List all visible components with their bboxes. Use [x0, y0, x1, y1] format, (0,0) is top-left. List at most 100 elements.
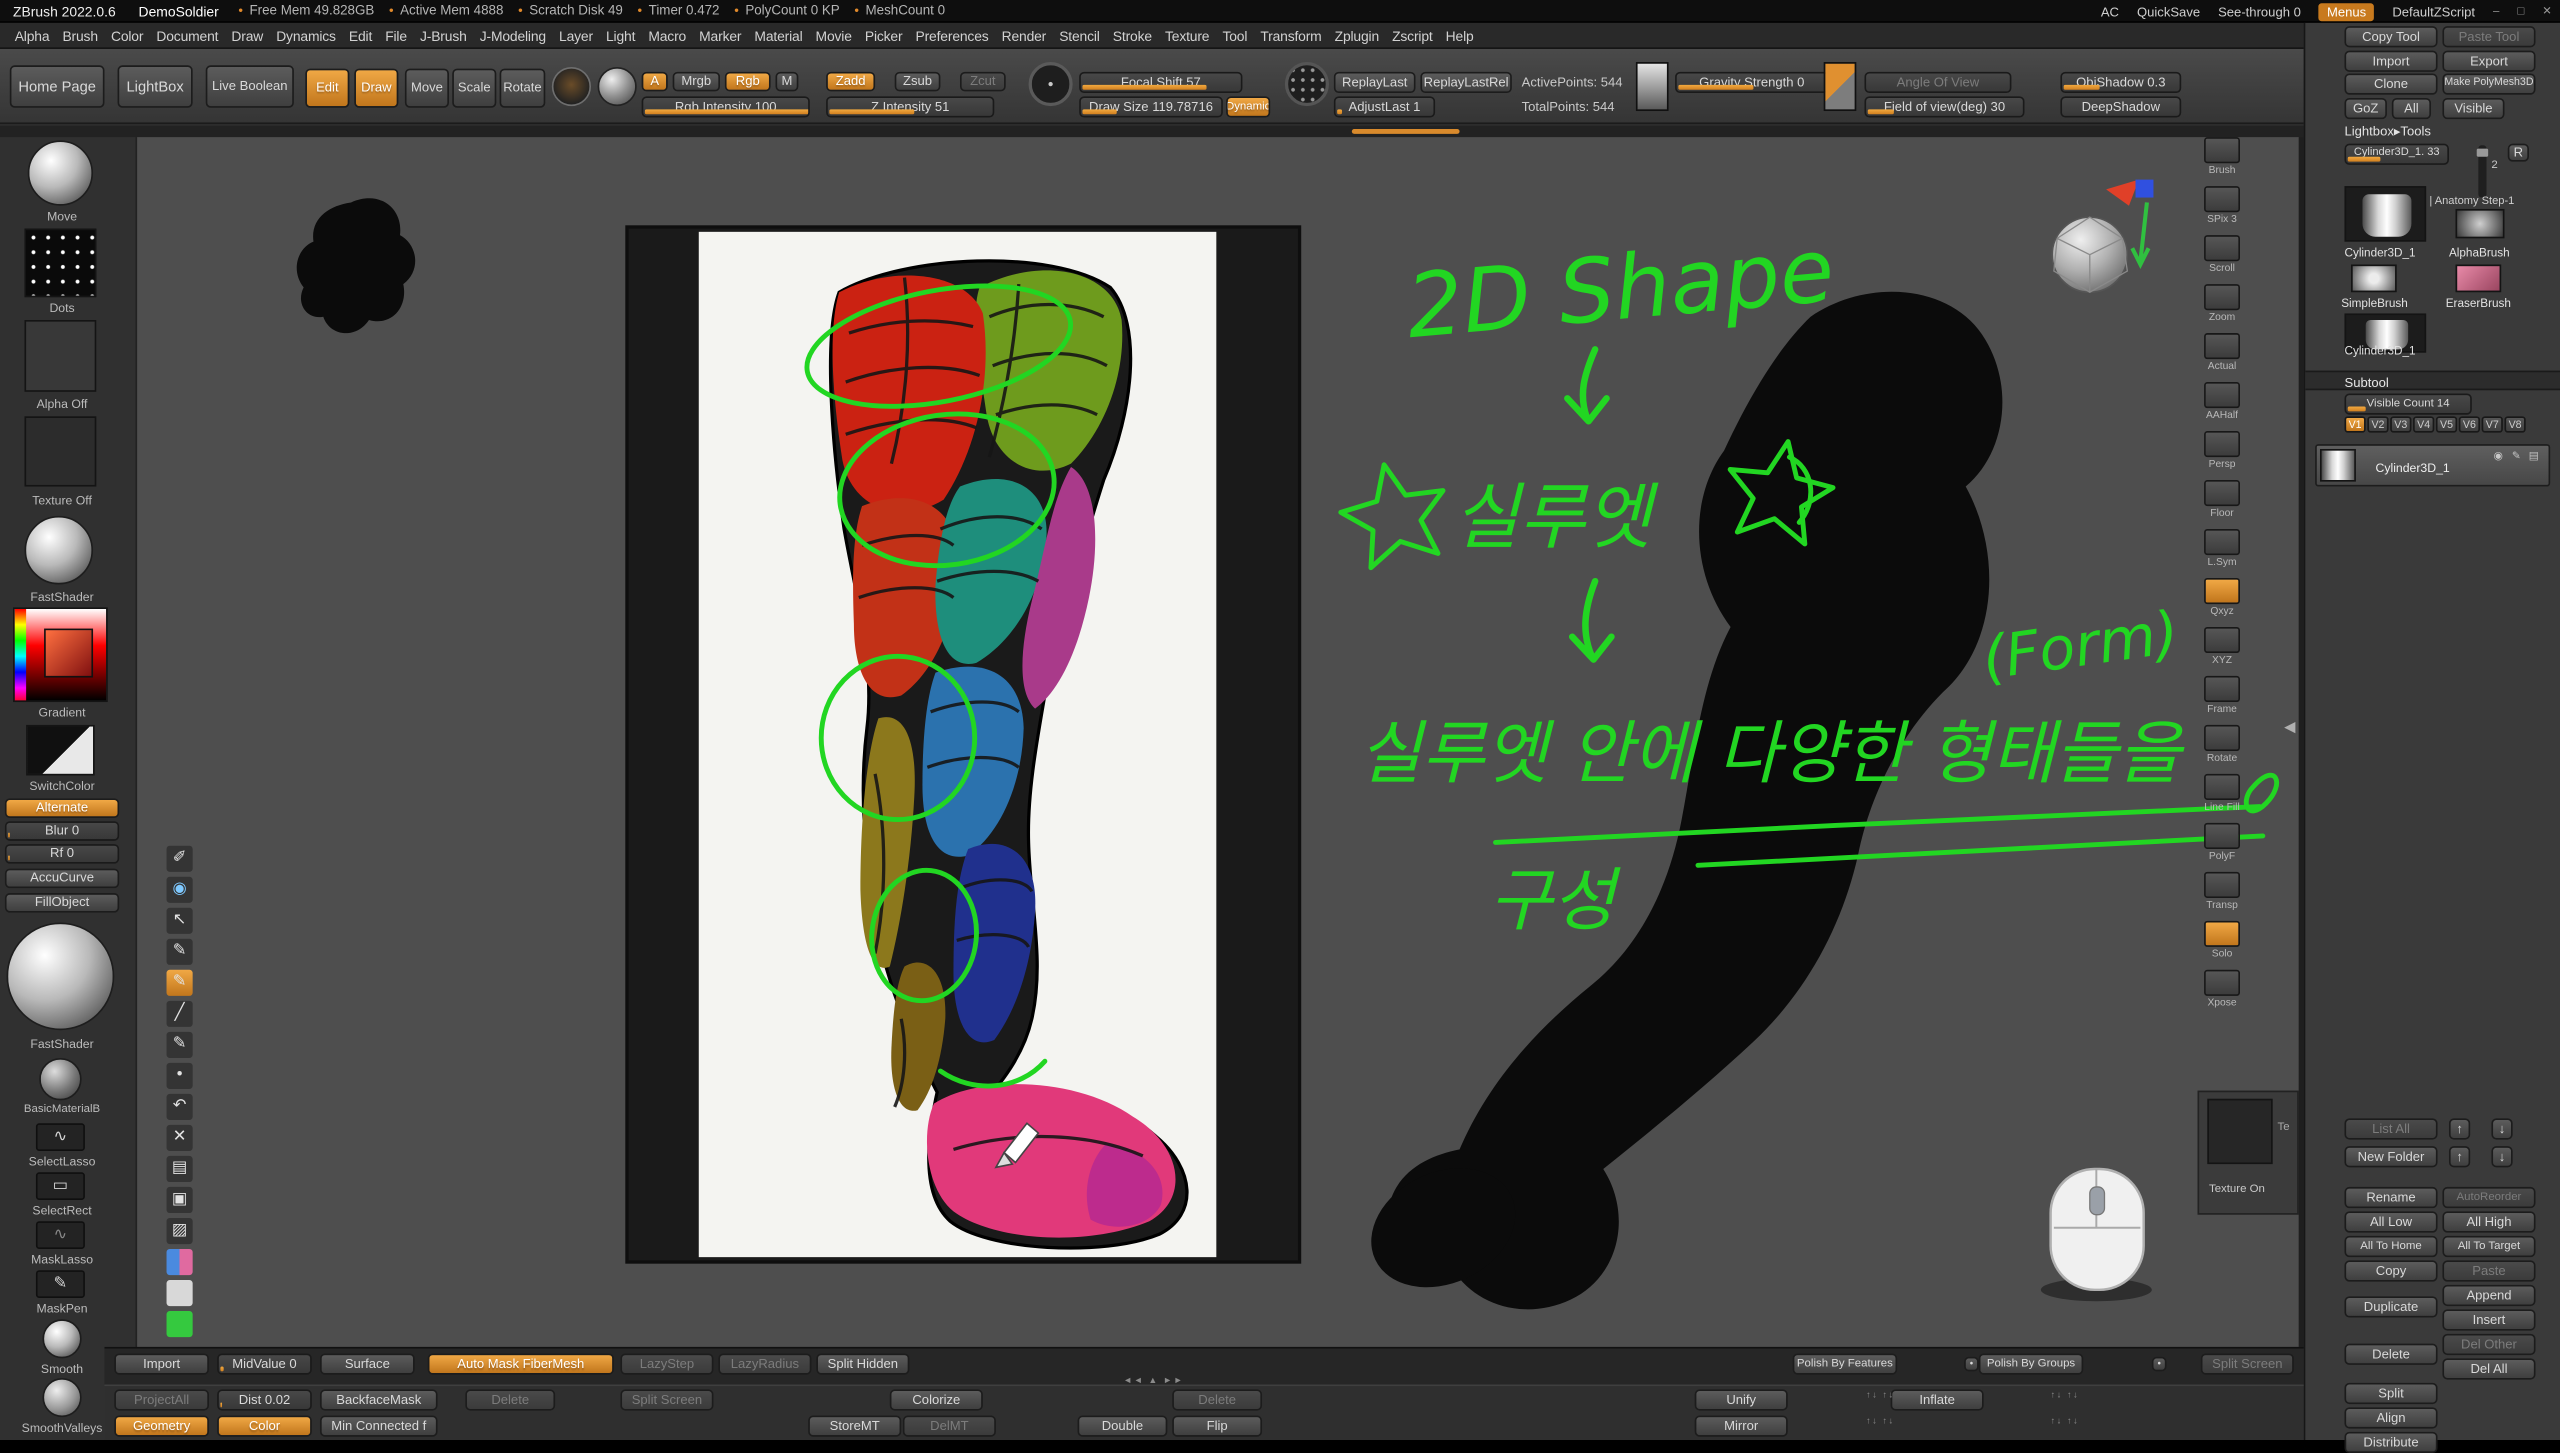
subtool-delete-button[interactable]: Delete: [2344, 1344, 2437, 1365]
right-shelf-icon[interactable]: [2204, 921, 2240, 947]
del-all-button[interactable]: Del All: [2442, 1358, 2535, 1379]
right-shelf-button[interactable]: Line Fill: [2198, 774, 2247, 823]
duplicate-button[interactable]: Duplicate: [2344, 1296, 2437, 1317]
annotation-tool-icon[interactable]: ✎: [167, 969, 193, 995]
right-shelf-button[interactable]: Floor: [2198, 480, 2247, 529]
distribute-button[interactable]: Distribute: [2344, 1432, 2437, 1453]
folder-down-button[interactable]: ↓: [2491, 1146, 2512, 1167]
split-hidden-button[interactable]: Split Hidden: [816, 1353, 909, 1374]
alpha-off-thumb[interactable]: [24, 320, 96, 392]
gravity-strength-slider[interactable]: Gravity Strength 0: [1675, 72, 1828, 93]
right-shelf-icon[interactable]: [2204, 774, 2240, 800]
home-page-button[interactable]: Home Page: [10, 65, 105, 107]
right-shelf-icon[interactable]: [2204, 872, 2240, 898]
annotation-tool-icon[interactable]: ↖: [167, 907, 193, 933]
basic-material-thumb[interactable]: [39, 1058, 81, 1100]
subtool-layers-icon[interactable]: ▤: [2529, 449, 2539, 462]
right-shelf-icon[interactable]: [2204, 382, 2240, 408]
annotation-tool-icon[interactable]: [167, 1248, 193, 1274]
texture-thumb[interactable]: [2207, 1099, 2272, 1164]
nav-sphere-gizmo[interactable]: [2052, 217, 2127, 292]
mask-pen-icon[interactable]: ✎: [36, 1270, 85, 1298]
subtool-version-tab[interactable]: V2: [2367, 416, 2388, 432]
accucurve-button[interactable]: AccuCurve: [5, 869, 119, 889]
mask-lasso-icon[interactable]: ∿: [36, 1221, 85, 1249]
annotation-tool-icon[interactable]: ↶: [167, 1093, 193, 1119]
right-shelf-icon[interactable]: [2204, 578, 2240, 604]
align-button[interactable]: Align: [2344, 1407, 2437, 1428]
right-shelf-button[interactable]: PolyF: [2198, 823, 2247, 872]
right-shelf-icon[interactable]: [2204, 333, 2240, 359]
menus-toggle-button[interactable]: Menus: [2319, 2, 2375, 20]
minimize-icon[interactable]: –: [2493, 6, 2499, 17]
unify-button[interactable]: Unify: [1695, 1389, 1788, 1410]
default-zscript-button[interactable]: DefaultZScript: [2392, 4, 2475, 19]
subtool-up-button[interactable]: ↑: [2449, 1118, 2470, 1139]
storemt-button[interactable]: StoreMT: [808, 1416, 901, 1437]
simple-brush-thumb[interactable]: [2351, 264, 2397, 292]
subtool-version-tab[interactable]: V3: [2390, 416, 2411, 432]
menu-item[interactable]: Document: [156, 27, 218, 43]
menu-item[interactable]: Layer: [559, 27, 593, 43]
menu-item[interactable]: Picker: [865, 27, 903, 43]
goz-visible-button[interactable]: Visible: [2442, 98, 2504, 119]
m-button[interactable]: M: [776, 72, 799, 92]
menu-item[interactable]: Macro: [648, 27, 686, 43]
edit-mode-button[interactable]: Edit: [305, 69, 349, 108]
menu-item[interactable]: Movie: [816, 27, 852, 43]
viewport[interactable]: 2D Shape 실루엣 (Form) 실루엣 안에 다양한 형태들을 구성: [137, 137, 2299, 1347]
color-button[interactable]: Color: [217, 1416, 312, 1437]
rename-button[interactable]: Rename: [2344, 1187, 2437, 1208]
sphere-preview-icon[interactable]: [598, 67, 637, 106]
menu-item[interactable]: Brush: [62, 27, 97, 43]
polish-by-groups-button[interactable]: Polish By Groups: [1979, 1353, 2083, 1374]
subtool-down-button[interactable]: ↓: [2491, 1118, 2512, 1139]
dynamic-button[interactable]: Dynamic: [1226, 96, 1270, 117]
right-shelf-button[interactable]: Xpose: [2198, 970, 2247, 1019]
import-doc-button[interactable]: Import: [114, 1353, 209, 1374]
right-shelf-icon[interactable]: [2204, 970, 2240, 996]
split-button[interactable]: Split: [2344, 1383, 2437, 1404]
annotation-tool-icon[interactable]: ✎: [167, 1031, 193, 1057]
right-shelf-button[interactable]: Zoom: [2198, 284, 2247, 333]
subtool-version-tab[interactable]: V1: [2344, 416, 2365, 432]
annotation-tool-icon[interactable]: ✎: [167, 938, 193, 964]
right-shelf-button[interactable]: Persp: [2198, 431, 2247, 480]
render-r-button[interactable]: R: [2508, 144, 2529, 162]
material-fastshader-thumb[interactable]: [7, 922, 115, 1030]
menu-item[interactable]: Transform: [1260, 27, 1321, 43]
menu-item[interactable]: Zplugin: [1335, 27, 1379, 43]
right-shelf-icon[interactable]: [2204, 676, 2240, 702]
mini-vertical-slider[interactable]: [2478, 145, 2486, 197]
menu-item[interactable]: Render: [1002, 27, 1047, 43]
midvalue-slider[interactable]: MidValue 0: [217, 1353, 312, 1374]
insert-button[interactable]: Insert: [2442, 1309, 2535, 1330]
annotation-tool-icon[interactable]: •: [167, 1062, 193, 1088]
lightbox-tools-header[interactable]: Lightbox▸Tools: [2344, 124, 2430, 139]
menu-item[interactable]: J-Modeling: [480, 27, 546, 43]
right-shelf-button[interactable]: Actual: [2198, 333, 2247, 382]
annotation-tool-icon[interactable]: ◉: [167, 876, 193, 902]
texture-on-label[interactable]: Texture On: [2209, 1184, 2265, 1195]
menu-item[interactable]: J-Brush: [420, 27, 467, 43]
divider-collapse-arrow[interactable]: ◀: [2284, 718, 2295, 736]
right-shelf-button[interactable]: Rotate: [2198, 725, 2247, 774]
make-polymesh3d-button[interactable]: Make PolyMesh3D: [2442, 73, 2535, 94]
active-tool-slider[interactable]: Cylinder3D_1. 33: [2344, 144, 2448, 165]
menu-item[interactable]: File: [385, 27, 407, 43]
min-connected-button[interactable]: Min Connected f: [320, 1416, 438, 1437]
export-tool-button[interactable]: Export: [2442, 51, 2535, 72]
adjust-last-slider[interactable]: AdjustLast 1: [1334, 96, 1435, 117]
annotation-tool-icon[interactable]: ✕: [167, 1124, 193, 1150]
replay-last-rel-button[interactable]: ReplayLastRel: [1420, 72, 1511, 93]
move-mode-button[interactable]: Move: [405, 69, 449, 108]
rf-slider[interactable]: Rf 0: [5, 844, 119, 864]
subtool-version-tab[interactable]: V4: [2413, 416, 2434, 432]
deep-shadow-slider[interactable]: DeepShadow: [2060, 96, 2181, 117]
dist-slider[interactable]: Dist 0.02: [217, 1389, 312, 1410]
menu-item[interactable]: Texture: [1165, 27, 1209, 43]
smooth-brush-thumb[interactable]: [42, 1319, 81, 1358]
all-low-button[interactable]: All Low: [2344, 1211, 2437, 1232]
maximize-icon[interactable]: □: [2517, 6, 2524, 17]
obj-shadow-slider[interactable]: ObjShadow 0.3: [2060, 72, 2181, 93]
